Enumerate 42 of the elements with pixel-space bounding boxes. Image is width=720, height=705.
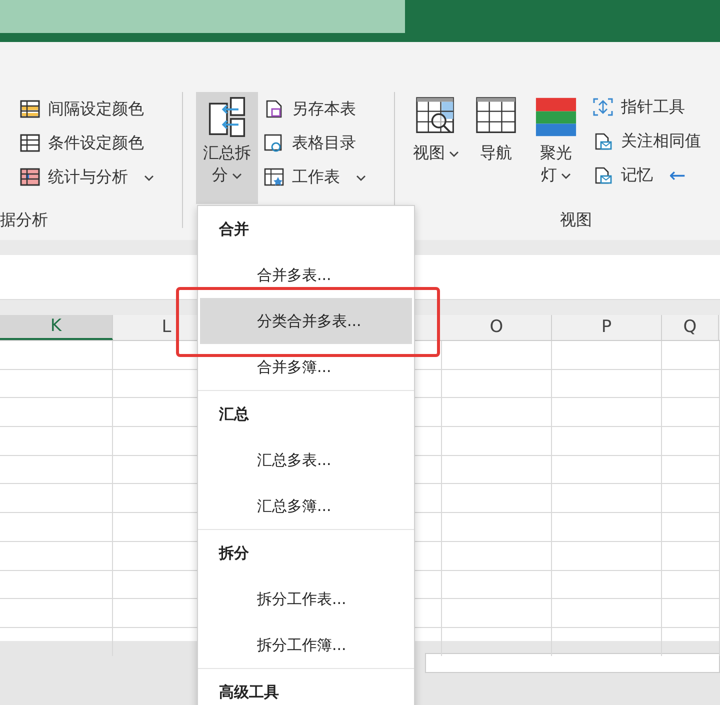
ribbon-large-button[interactable]: 导航 (473, 92, 519, 204)
merge-split-icon (206, 96, 248, 138)
ribbon-button[interactable]: 条件设定颜色 (20, 126, 182, 160)
menu-item[interactable]: 拆分工作簿... (200, 622, 412, 668)
ribbon-button[interactable]: 指针工具 (593, 90, 701, 124)
color-stripes-icon (535, 96, 577, 138)
column-header[interactable]: K (0, 315, 113, 340)
menu-item[interactable]: 汇总多簿... (200, 483, 412, 529)
column-header[interactable]: O (442, 315, 552, 340)
colored-table-icon (20, 168, 40, 186)
document-icon (593, 132, 613, 150)
column-header[interactable]: Q (662, 315, 719, 340)
back-arrow: ← (669, 162, 686, 189)
ribbon-large-button[interactable]: 视图 (413, 92, 459, 204)
group-label: 据分析 (0, 209, 49, 231)
table-icon (20, 134, 40, 152)
menu-item[interactable]: 合并多表... (200, 252, 412, 298)
menu-item[interactable]: 汇总多表... (200, 437, 412, 483)
menu-heading: 拆分 (218, 542, 250, 564)
menu-item[interactable]: 合并多簿... (200, 344, 412, 390)
pointer-icon (593, 98, 613, 116)
group-label: 视图 (560, 209, 593, 231)
table-list-icon (264, 134, 284, 152)
striped-table-icon (20, 100, 40, 118)
menu-heading: 汇总 (218, 404, 250, 425)
sheet-icon (264, 168, 284, 186)
ribbon-button[interactable]: 工作表 (264, 160, 366, 194)
ribbon-button[interactable]: 另存本表 (264, 92, 366, 126)
save-icon (264, 100, 284, 118)
menu-item[interactable]: 拆分工作表... (200, 576, 412, 622)
menu-heading: 高级工具 (218, 682, 280, 703)
ribbon-button[interactable]: 间隔设定颜色 (20, 92, 182, 126)
ribbon-button[interactable]: 表格目录 (264, 126, 366, 160)
ribbon-button[interactable]: 统计与分析 (20, 160, 182, 194)
ribbon-button[interactable]: 关注相同值 (593, 124, 701, 158)
ribbon-button[interactable]: 记忆 ← (593, 158, 701, 192)
menu-heading: 合并 (218, 218, 250, 240)
column-header[interactable]: P (552, 315, 662, 340)
ribbon-large-button[interactable]: 聚光灯 (533, 92, 579, 204)
menu-item[interactable]: 分类合并多表... (200, 298, 412, 344)
document-icon (593, 166, 613, 184)
ribbon-large-button[interactable]: 汇总拆分 (196, 92, 258, 204)
